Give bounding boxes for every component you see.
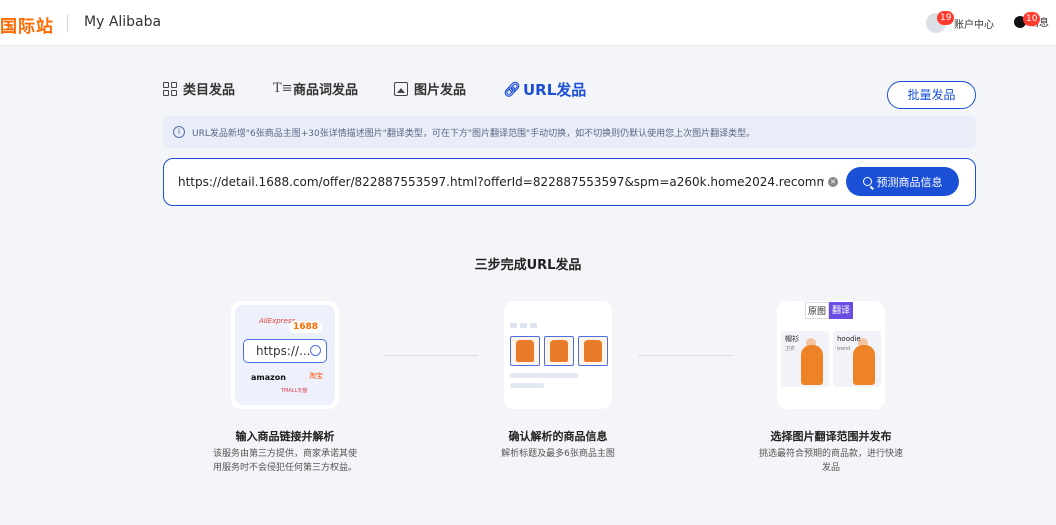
original-tab: 原图 xyxy=(805,302,830,319)
translate-toggle: 原图 翻译 xyxy=(805,302,854,319)
step-3-illustration: 原图 翻译 帽衫 卫衣 hoodie trend xyxy=(777,301,885,409)
tab-category[interactable]: 类目发品 xyxy=(163,79,235,98)
product-thumbnail xyxy=(544,336,574,366)
tab-image-label: 图片发品 xyxy=(414,83,467,98)
info-icon: i xyxy=(173,126,185,138)
predict-button-label: 预测商品信息 xyxy=(876,175,943,189)
amazon-logo: amazon xyxy=(251,373,286,382)
step-connector xyxy=(384,355,478,356)
thumbnail-dots xyxy=(510,323,537,328)
link-icon: 🔗︎ xyxy=(503,81,521,98)
url-illustration-text: https://... xyxy=(256,344,311,358)
step-1-illustration: AliExpress 1688 https://... amazon 淘宝 TM… xyxy=(231,301,339,409)
product-thumbnail xyxy=(510,336,540,366)
step-1-desc-line: 该服务由第三方提供，商家承诺其使 xyxy=(212,449,357,459)
cursor-arrow-icon xyxy=(800,386,820,387)
translate-tab: 翻译 xyxy=(829,302,854,319)
tab-category-label: 类目发品 xyxy=(183,83,236,98)
search-icon xyxy=(862,177,872,186)
tmall-logo: TMALL天猫 xyxy=(281,388,308,394)
bulk-publish-button[interactable]: 批量发品 xyxy=(887,81,976,109)
1688-logo: 1688 xyxy=(289,321,323,333)
page-title[interactable]: My Alibaba xyxy=(84,14,161,30)
step-3-title: 选择图片翻译范围并发布 xyxy=(770,430,892,443)
original-image-panel: 帽衫 卫衣 xyxy=(781,331,829,387)
notice-text: URL发品新增"6张商品主图+30张详情描述图片"翻译类型，可在下方"图片翻译范… xyxy=(192,128,756,139)
placeholder-bar xyxy=(510,373,578,378)
clear-icon[interactable]: ✕ xyxy=(828,177,838,187)
image-icon xyxy=(394,81,408,96)
step-connector xyxy=(638,355,732,356)
tab-keyword-label: 商品词发品 xyxy=(293,83,359,98)
step-2-title: 确认解析的商品信息 xyxy=(508,430,608,443)
text-icon: T≡ xyxy=(273,80,293,96)
step-3-desc: 挑选最符合预期的商品款，进行快速 发品 xyxy=(731,447,931,475)
placeholder-bar xyxy=(510,383,544,388)
step-2-desc: 解析标题及最多6张商品主图 xyxy=(458,447,658,461)
logo[interactable]: 国际站 xyxy=(0,12,54,37)
account-center-label[interactable]: 账户中心 xyxy=(954,16,994,31)
model-figure xyxy=(801,345,823,385)
tab-url[interactable]: 🔗︎ URL发品 xyxy=(503,79,586,100)
tab-keyword[interactable]: T≡ 商品词发品 xyxy=(273,79,358,98)
step-2-illustration xyxy=(504,301,612,409)
translated-label: hoodie trend xyxy=(837,335,861,352)
step-1-desc: 该服务由第三方提供，商家承诺其使 用服务时不会侵犯任何第三方权益。 xyxy=(185,447,385,475)
step-1-title: 输入商品链接并解析 xyxy=(235,430,335,443)
url-input[interactable] xyxy=(178,172,824,192)
steps-title: 三步完成URL发品 xyxy=(474,258,582,273)
product-thumbnail xyxy=(578,336,608,366)
top-bar: 国际站 My Alibaba 19 账户中心 10 消息 xyxy=(0,0,1056,46)
account-center[interactable]: 19 账户中心 xyxy=(926,11,994,34)
predict-product-button[interactable]: 预测商品信息 xyxy=(846,167,959,196)
tab-image[interactable]: 图片发品 xyxy=(394,79,466,98)
tab-url-label: URL发品 xyxy=(523,81,587,99)
info-notice: i URL发品新增"6张商品主图+30张详情描述图片"翻译类型，可在下方"图片翻… xyxy=(163,116,976,148)
messages-badge: 10 xyxy=(1023,11,1041,26)
url-input-illustration: https://... xyxy=(243,339,327,363)
avatar[interactable]: 19 xyxy=(926,11,955,33)
grid-icon xyxy=(163,81,177,96)
step-1-desc-line: 用服务时不会侵犯任何第三方权益。 xyxy=(212,463,357,473)
messages[interactable]: 10 消息 xyxy=(1014,11,1049,29)
step-3-desc-line: 发品 xyxy=(821,463,840,473)
step-2-desc-line: 解析标题及最多6张商品主图 xyxy=(501,449,615,459)
original-label: 帽衫 卫衣 xyxy=(785,335,799,352)
url-bar: ✕ 预测商品信息 xyxy=(163,158,976,206)
step-3-desc-line: 挑选最符合预期的商品款，进行快速 xyxy=(758,449,903,459)
taobao-logo: 淘宝 xyxy=(309,372,323,380)
header-divider xyxy=(67,14,68,32)
translated-image-panel: hoodie trend xyxy=(833,331,881,387)
magnifier-icon xyxy=(310,345,321,356)
account-badge: 19 xyxy=(937,11,955,25)
bell-icon[interactable]: 10 xyxy=(1014,11,1041,28)
